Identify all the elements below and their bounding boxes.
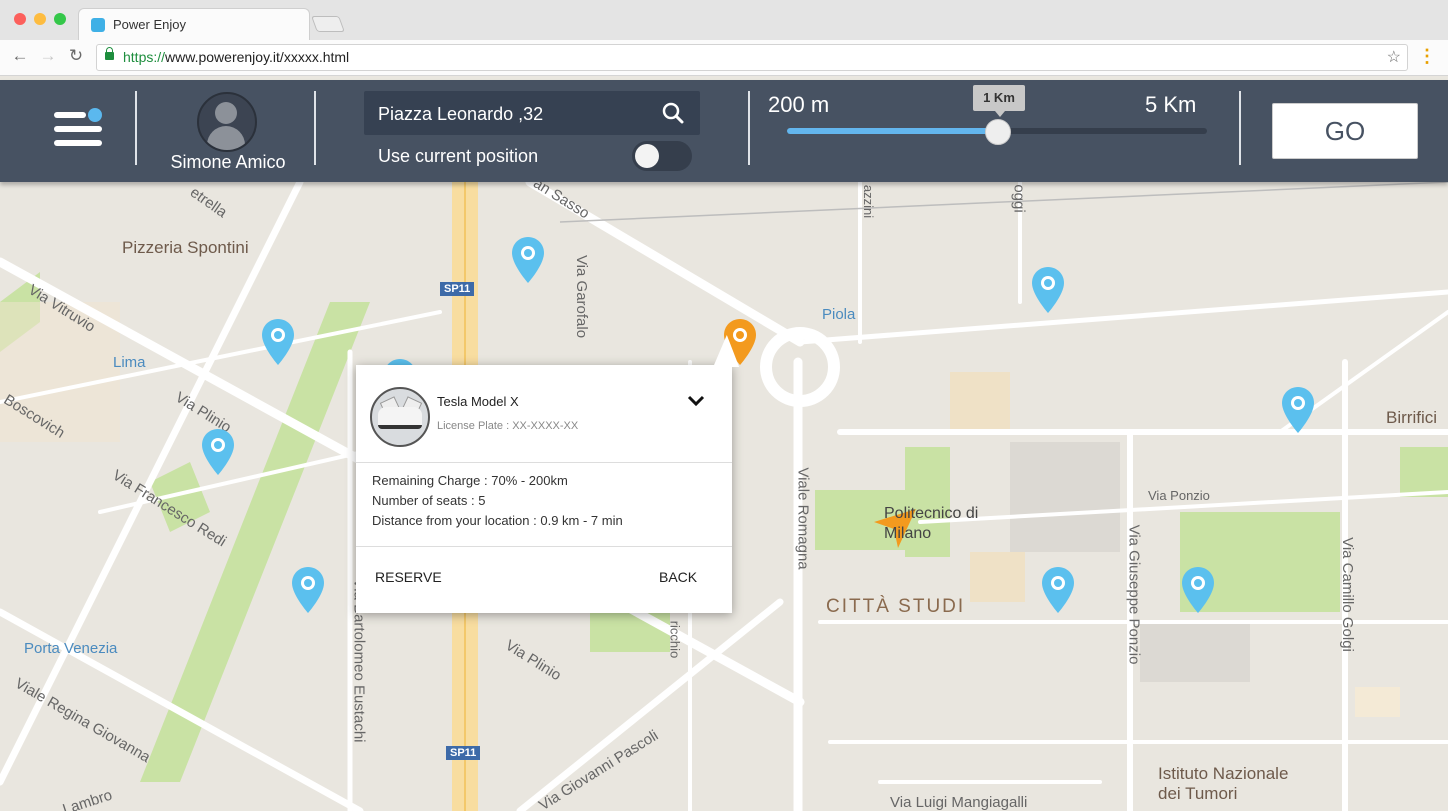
lock-icon (105, 47, 114, 60)
range-slider-fill (787, 128, 997, 134)
back-button[interactable]: BACK (659, 569, 697, 585)
divider (314, 91, 316, 165)
range-slider-thumb[interactable] (985, 119, 1011, 145)
remaining-charge: Remaining Charge : 70% - 200km (372, 473, 568, 488)
app-header: Simone Amico Piazza Leonardo ,32 Use cur… (0, 80, 1448, 182)
map-label: Via Camillo Golgi (1338, 537, 1356, 652)
car-location-pin-icon[interactable] (1180, 566, 1216, 614)
divider (356, 546, 732, 547)
car-location-pin-icon[interactable] (260, 318, 296, 366)
notification-dot (88, 108, 102, 122)
user-name: Simone Amico (170, 152, 286, 172)
map-label: Via Ponzio (1148, 488, 1210, 503)
new-tab-button[interactable] (311, 16, 345, 32)
map-label: CITTÀ STUDI (826, 596, 966, 617)
bookmark-star-icon[interactable]: ☆ (1387, 47, 1401, 67)
divider (748, 91, 750, 165)
range-slider[interactable] (787, 119, 1207, 145)
browser-tab[interactable]: Power Enjoy (78, 8, 310, 41)
car-details-popup: Tesla Model X License Plate : XX-XXXX-XX… (356, 365, 732, 613)
browser-tabbar: Power Enjoy (0, 0, 1448, 41)
back-arrow-icon[interactable]: ← (10, 46, 30, 66)
map-label: Politecnico di Milano (884, 505, 979, 542)
reload-icon[interactable]: ↻ (66, 46, 86, 66)
browser-menu-icon[interactable]: ⋮ (1418, 46, 1436, 67)
use-current-position-toggle[interactable] (632, 141, 692, 171)
map-label: Viale Romagna (794, 467, 812, 570)
map-label: oggi (1010, 184, 1028, 213)
range-min-label: 200 m (768, 92, 830, 117)
favicon-icon (91, 18, 105, 32)
browser-navbar: ← → ↻ https://www.powerenjoy.it/xxxxx.ht… (0, 40, 1448, 76)
search-icon[interactable] (662, 102, 684, 124)
map-label: azzini (861, 184, 877, 219)
car-location-pin-icon[interactable] (510, 236, 546, 284)
maximize-window-button[interactable] (54, 13, 66, 25)
range-value-tooltip: 1 Km (973, 85, 1025, 117)
address-search-field[interactable]: Piazza Leonardo ,32 (364, 91, 700, 135)
forward-arrow-icon[interactable]: → (38, 46, 58, 66)
url-text: https://www.powerenjoy.it/xxxxx.html (123, 49, 350, 65)
map-label: Via Giuseppe Ponzio (1125, 524, 1143, 665)
map-label: Via Luigi Mangiagalli (890, 794, 1028, 811)
address-bar[interactable]: https://www.powerenjoy.it/xxxxx.html ☆ (96, 44, 1408, 71)
road-badge: SP11 (446, 746, 481, 760)
license-plate: License Plate : XX-XXXX-XX (437, 420, 579, 432)
map-label: Pizzeria Spontini (122, 238, 249, 257)
tab-title: Power Enjoy (113, 17, 186, 32)
chevron-down-icon[interactable] (686, 391, 706, 411)
map-label: Porta Venezia (24, 640, 118, 657)
map-label: ricchio (667, 620, 683, 659)
road-badge: SP11 (440, 282, 475, 296)
map-label: Piola (822, 306, 856, 323)
divider (356, 462, 732, 463)
map-label: Birrifici (1386, 408, 1437, 427)
close-window-button[interactable] (14, 13, 26, 25)
car-name: Tesla Model X (437, 394, 519, 409)
minimize-window-button[interactable] (34, 13, 46, 25)
divider (135, 91, 137, 165)
car-location-pin-icon[interactable] (1280, 386, 1316, 434)
map-label: Lima (113, 354, 146, 371)
car-location-pin-icon[interactable] (200, 428, 236, 476)
map-label: Istituto Nazionale dei Tumori (1158, 764, 1289, 803)
car-location-pin-icon[interactable] (1030, 266, 1066, 314)
car-location-pin-icon[interactable] (1040, 566, 1076, 614)
go-button[interactable]: GO (1272, 103, 1418, 159)
car-location-pin-icon[interactable] (290, 566, 326, 614)
distance-info: Distance from your location : 0.9 km - 7… (372, 513, 623, 528)
divider (1239, 91, 1241, 165)
range-max-label: 5 Km (1145, 92, 1197, 117)
search-value: Piazza Leonardo ,32 (378, 104, 544, 124)
car-thumbnail (370, 387, 430, 447)
reserve-button[interactable]: RESERVE (375, 569, 442, 585)
map-label: Via Garofalo (573, 254, 591, 339)
user-avatar[interactable] (197, 92, 257, 152)
number-of-seats: Number of seats : 5 (372, 493, 486, 508)
menu-button[interactable] (54, 108, 102, 150)
use-current-position-label: Use current position (378, 146, 539, 166)
toggle-knob (635, 144, 659, 168)
